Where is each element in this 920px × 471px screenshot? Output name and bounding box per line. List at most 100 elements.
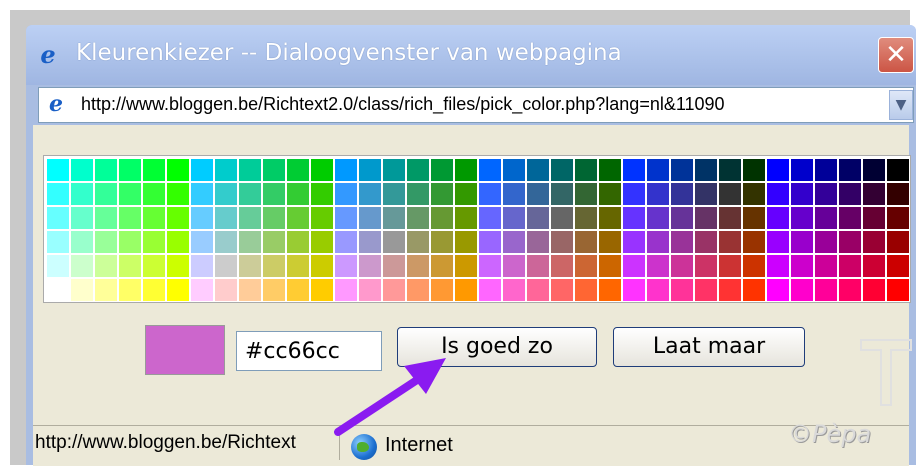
color-swatch[interactable] (430, 278, 454, 302)
color-swatch[interactable] (862, 230, 886, 254)
color-swatch[interactable] (598, 182, 622, 206)
color-swatch[interactable] (526, 182, 550, 206)
color-swatch[interactable] (310, 158, 334, 182)
color-swatch[interactable] (790, 206, 814, 230)
color-swatch[interactable] (718, 206, 742, 230)
color-swatch[interactable] (262, 206, 286, 230)
color-swatch[interactable] (262, 158, 286, 182)
color-swatch[interactable] (262, 182, 286, 206)
color-swatch[interactable] (214, 206, 238, 230)
color-swatch[interactable] (430, 230, 454, 254)
color-swatch[interactable] (622, 182, 646, 206)
color-swatch[interactable] (718, 278, 742, 302)
color-swatch[interactable] (118, 206, 142, 230)
color-swatch[interactable] (526, 278, 550, 302)
color-swatch[interactable] (382, 230, 406, 254)
color-swatch[interactable] (454, 254, 478, 278)
color-swatch[interactable] (862, 158, 886, 182)
color-swatch[interactable] (190, 182, 214, 206)
color-swatch[interactable] (502, 278, 526, 302)
color-swatch[interactable] (262, 230, 286, 254)
color-swatch[interactable] (886, 182, 910, 206)
color-swatch[interactable] (286, 206, 310, 230)
color-swatch[interactable] (358, 278, 382, 302)
color-swatch[interactable] (838, 278, 862, 302)
color-swatch[interactable] (406, 254, 430, 278)
color-swatch[interactable] (430, 182, 454, 206)
color-swatch[interactable] (814, 182, 838, 206)
color-swatch[interactable] (694, 206, 718, 230)
color-swatch[interactable] (286, 158, 310, 182)
color-swatch[interactable] (598, 158, 622, 182)
color-swatch[interactable] (502, 254, 526, 278)
color-swatch[interactable] (886, 254, 910, 278)
color-swatch[interactable] (646, 182, 670, 206)
color-swatch[interactable] (334, 206, 358, 230)
color-swatch[interactable] (766, 182, 790, 206)
color-swatch[interactable] (70, 230, 94, 254)
color-swatch[interactable] (670, 254, 694, 278)
color-swatch[interactable] (214, 182, 238, 206)
color-swatch[interactable] (286, 230, 310, 254)
color-swatch[interactable] (382, 182, 406, 206)
color-swatch[interactable] (238, 278, 262, 302)
color-swatch[interactable] (838, 158, 862, 182)
color-swatch[interactable] (310, 206, 334, 230)
color-swatch[interactable] (574, 206, 598, 230)
color-swatch[interactable] (142, 254, 166, 278)
color-swatch[interactable] (430, 254, 454, 278)
color-swatch[interactable] (334, 278, 358, 302)
color-swatch[interactable] (190, 278, 214, 302)
color-swatch[interactable] (718, 158, 742, 182)
color-swatch[interactable] (310, 230, 334, 254)
color-swatch[interactable] (70, 158, 94, 182)
ok-button[interactable]: Is goed zo (397, 327, 597, 367)
color-swatch[interactable] (430, 158, 454, 182)
color-swatch[interactable] (238, 206, 262, 230)
color-swatch[interactable] (742, 206, 766, 230)
close-button[interactable]: ✕ (878, 37, 914, 73)
color-swatch[interactable] (286, 278, 310, 302)
color-swatch[interactable] (694, 182, 718, 206)
color-swatch[interactable] (742, 230, 766, 254)
color-swatch[interactable] (454, 206, 478, 230)
color-swatch[interactable] (478, 158, 502, 182)
color-swatch[interactable] (454, 158, 478, 182)
color-swatch[interactable] (358, 182, 382, 206)
color-swatch[interactable] (550, 158, 574, 182)
color-swatch[interactable] (742, 278, 766, 302)
color-swatch[interactable] (358, 254, 382, 278)
color-swatch[interactable] (214, 230, 238, 254)
color-swatch[interactable] (406, 158, 430, 182)
color-swatch[interactable] (502, 230, 526, 254)
color-swatch[interactable] (190, 158, 214, 182)
color-swatch[interactable] (358, 206, 382, 230)
color-swatch[interactable] (46, 230, 70, 254)
color-swatch[interactable] (382, 278, 406, 302)
address-bar[interactable]: e http://www.bloggen.be/Richtext2.0/clas… (38, 87, 914, 123)
color-swatch[interactable] (838, 182, 862, 206)
color-swatch[interactable] (454, 230, 478, 254)
color-swatch[interactable] (46, 182, 70, 206)
color-swatch[interactable] (94, 254, 118, 278)
color-swatch[interactable] (334, 182, 358, 206)
color-swatch[interactable] (70, 206, 94, 230)
color-swatch[interactable] (142, 230, 166, 254)
color-swatch[interactable] (286, 254, 310, 278)
color-swatch[interactable] (694, 254, 718, 278)
color-swatch[interactable] (550, 182, 574, 206)
color-swatch[interactable] (46, 278, 70, 302)
color-swatch[interactable] (550, 206, 574, 230)
color-swatch[interactable] (334, 254, 358, 278)
color-swatch[interactable] (142, 206, 166, 230)
color-swatch[interactable] (70, 278, 94, 302)
color-swatch[interactable] (334, 230, 358, 254)
color-swatch[interactable] (670, 230, 694, 254)
color-swatch[interactable] (478, 182, 502, 206)
color-swatch[interactable] (46, 206, 70, 230)
color-swatch[interactable] (862, 182, 886, 206)
color-swatch[interactable] (574, 182, 598, 206)
color-swatch[interactable] (622, 206, 646, 230)
color-swatch[interactable] (166, 158, 190, 182)
color-swatch[interactable] (790, 278, 814, 302)
